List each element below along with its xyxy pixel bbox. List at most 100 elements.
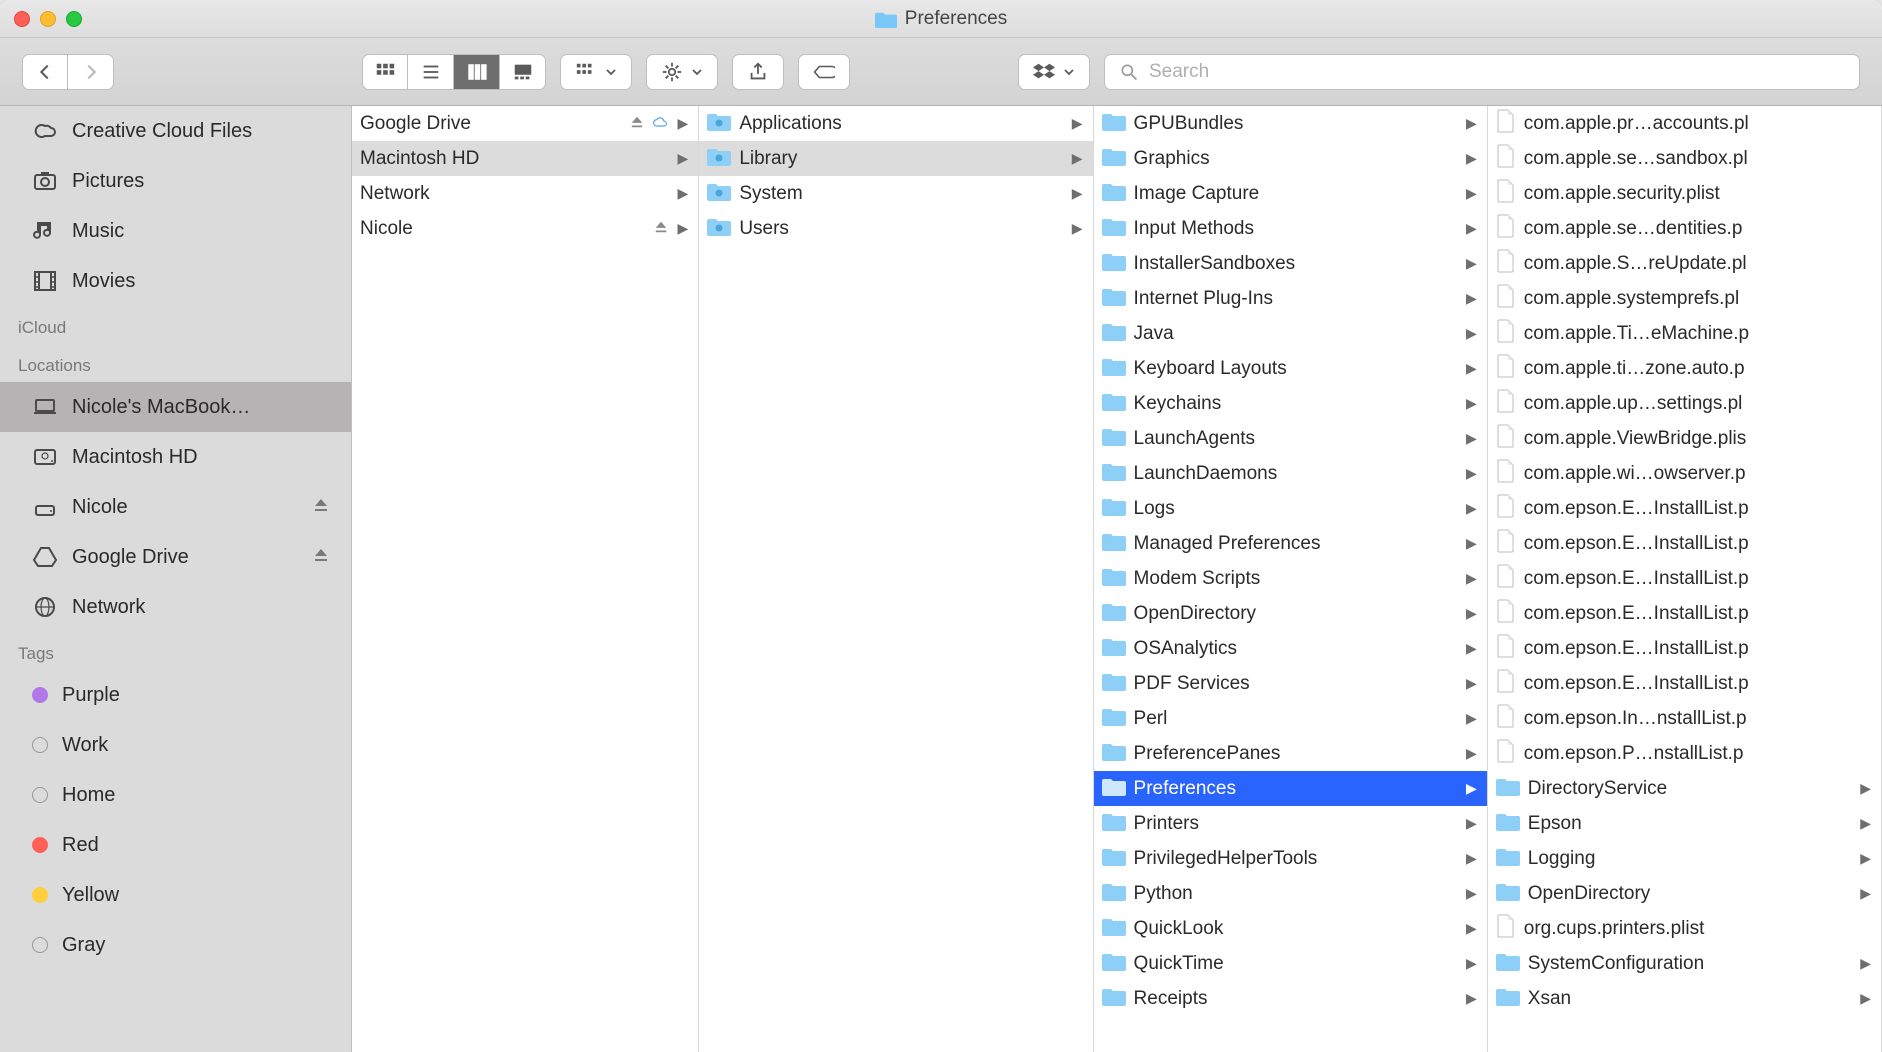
forward-button[interactable] — [68, 54, 114, 90]
close-window-button[interactable] — [14, 11, 30, 27]
list-item[interactable]: Internet Plug-Ins ▶ — [1094, 281, 1487, 316]
list-item[interactable]: Java ▶ — [1094, 316, 1487, 351]
list-item[interactable]: Macintosh HD ▶ — [352, 141, 698, 176]
list-item[interactable]: com.apple.up…settings.pl — [1488, 386, 1881, 421]
list-item[interactable]: com.epson.E…InstallList.p — [1488, 666, 1881, 701]
list-item[interactable]: QuickTime ▶ — [1094, 946, 1487, 981]
list-item[interactable]: Graphics ▶ — [1094, 141, 1487, 176]
tags-button[interactable] — [798, 54, 850, 90]
list-item[interactable]: com.apple.se…sandbox.pl — [1488, 141, 1881, 176]
list-item[interactable]: OpenDirectory ▶ — [1488, 876, 1881, 911]
list-item[interactable]: Users ▶ — [699, 211, 1092, 246]
eject-icon[interactable] — [313, 546, 329, 569]
list-item[interactable]: System ▶ — [699, 176, 1092, 211]
list-item[interactable]: Perl ▶ — [1094, 701, 1487, 736]
titlebar[interactable]: Preferences — [0, 0, 1882, 38]
list-item[interactable]: Managed Preferences ▶ — [1094, 526, 1487, 561]
search-input[interactable] — [1149, 61, 1845, 83]
sidebar-tag-item[interactable]: Gray — [0, 920, 351, 970]
list-item[interactable]: Applications ▶ — [699, 106, 1092, 141]
sidebar-tag-item[interactable]: Yellow — [0, 870, 351, 920]
list-item[interactable]: QuickLook ▶ — [1094, 911, 1487, 946]
sidebar-location-item[interactable]: Network — [0, 582, 351, 632]
list-item[interactable]: Logs ▶ — [1094, 491, 1487, 526]
sidebar-item-creative-cloud[interactable]: Creative Cloud Files — [0, 106, 351, 156]
list-item[interactable]: OSAnalytics ▶ — [1094, 631, 1487, 666]
list-item[interactable]: Google Drive ▶ — [352, 106, 698, 141]
column-3[interactable]: com.apple.pr…accounts.pl com.apple.se…sa… — [1488, 106, 1882, 1052]
list-item[interactable]: com.epson.E…InstallList.p — [1488, 631, 1881, 666]
list-item[interactable]: Preferences ▶ — [1094, 771, 1487, 806]
list-item[interactable]: com.apple.wi…owserver.p — [1488, 456, 1881, 491]
sidebar-tag-item[interactable]: Work — [0, 720, 351, 770]
list-item[interactable]: com.apple.ViewBridge.plis — [1488, 421, 1881, 456]
list-item[interactable]: Python ▶ — [1094, 876, 1487, 911]
dropbox-button[interactable] — [1018, 54, 1090, 90]
list-item[interactable]: com.epson.P…nstallList.p — [1488, 736, 1881, 771]
column-view-button[interactable] — [454, 54, 500, 90]
list-item[interactable]: Library ▶ — [699, 141, 1092, 176]
list-item[interactable]: com.apple.security.plist — [1488, 176, 1881, 211]
list-item[interactable]: com.apple.pr…accounts.pl — [1488, 106, 1881, 141]
eject-icon[interactable] — [630, 113, 644, 135]
list-item[interactable]: LaunchDaemons ▶ — [1094, 456, 1487, 491]
list-item[interactable]: Epson ▶ — [1488, 806, 1881, 841]
list-item[interactable]: com.epson.In…nstallList.p — [1488, 701, 1881, 736]
minimize-window-button[interactable] — [40, 11, 56, 27]
list-item[interactable]: PreferencePanes ▶ — [1094, 736, 1487, 771]
search-field[interactable] — [1104, 54, 1860, 90]
sidebar-location-item[interactable]: Macintosh HD — [0, 432, 351, 482]
sidebar-tag-item[interactable]: Red — [0, 820, 351, 870]
list-item[interactable]: com.apple.ti…zone.auto.p — [1488, 351, 1881, 386]
list-item[interactable]: Input Methods ▶ — [1094, 211, 1487, 246]
list-item[interactable]: SystemConfiguration ▶ — [1488, 946, 1881, 981]
list-item[interactable]: Printers ▶ — [1094, 806, 1487, 841]
sidebar-location-item[interactable]: Nicole's MacBook… — [0, 382, 351, 432]
column-1[interactable]: Applications ▶ Library ▶ System ▶ Users … — [699, 106, 1093, 1052]
back-button[interactable] — [22, 54, 68, 90]
list-item[interactable]: DirectoryService ▶ — [1488, 771, 1881, 806]
list-item[interactable]: Receipts ▶ — [1094, 981, 1487, 1016]
list-item[interactable]: Logging ▶ — [1488, 841, 1881, 876]
sidebar-item-camera[interactable]: Pictures — [0, 156, 351, 206]
sidebar-tag-item[interactable]: Home — [0, 770, 351, 820]
list-item[interactable]: Nicole ▶ — [352, 211, 698, 246]
zoom-window-button[interactable] — [66, 11, 82, 27]
list-item[interactable]: Keychains ▶ — [1094, 386, 1487, 421]
list-item[interactable]: com.apple.Ti…eMachine.p — [1488, 316, 1881, 351]
list-item[interactable]: Keyboard Layouts ▶ — [1094, 351, 1487, 386]
column-2[interactable]: GPUBundles ▶ Graphics ▶ Image Capture ▶ … — [1094, 106, 1488, 1052]
sidebar-item-music[interactable]: Music — [0, 206, 351, 256]
eject-icon[interactable] — [654, 218, 668, 240]
list-item[interactable]: PrivilegedHelperTools ▶ — [1094, 841, 1487, 876]
list-item[interactable]: LaunchAgents ▶ — [1094, 421, 1487, 456]
list-item[interactable]: com.epson.E…InstallList.p — [1488, 596, 1881, 631]
sidebar[interactable]: Creative Cloud Files Pictures Music Movi… — [0, 106, 352, 1052]
column-0[interactable]: Google Drive ▶ Macintosh HD ▶ Network ▶ … — [352, 106, 699, 1052]
list-item[interactable]: Network ▶ — [352, 176, 698, 211]
list-item[interactable]: OpenDirectory ▶ — [1094, 596, 1487, 631]
list-item[interactable]: org.cups.printers.plist — [1488, 911, 1881, 946]
list-item[interactable]: GPUBundles ▶ — [1094, 106, 1487, 141]
sidebar-location-item[interactable]: Nicole — [0, 482, 351, 532]
list-item[interactable]: com.apple.S…reUpdate.pl — [1488, 246, 1881, 281]
group-by-button[interactable] — [560, 54, 632, 90]
icon-view-button[interactable] — [362, 54, 408, 90]
list-item[interactable]: com.epson.E…InstallList.p — [1488, 526, 1881, 561]
share-button[interactable] — [732, 54, 784, 90]
gallery-view-button[interactable] — [500, 54, 546, 90]
list-item[interactable]: Modem Scripts ▶ — [1094, 561, 1487, 596]
list-item[interactable]: InstallerSandboxes ▶ — [1094, 246, 1487, 281]
sidebar-item-film[interactable]: Movies — [0, 256, 351, 306]
list-item[interactable]: PDF Services ▶ — [1094, 666, 1487, 701]
list-item[interactable]: Xsan ▶ — [1488, 981, 1881, 1016]
list-item[interactable]: com.epson.E…InstallList.p — [1488, 491, 1881, 526]
sidebar-tag-item[interactable]: Purple — [0, 670, 351, 720]
list-item[interactable]: com.epson.E…InstallList.p — [1488, 561, 1881, 596]
list-view-button[interactable] — [408, 54, 454, 90]
eject-icon[interactable] — [313, 496, 329, 519]
action-menu-button[interactable] — [646, 54, 718, 90]
list-item[interactable]: com.apple.systemprefs.pl — [1488, 281, 1881, 316]
list-item[interactable]: com.apple.se…dentities.p — [1488, 211, 1881, 246]
list-item[interactable]: Image Capture ▶ — [1094, 176, 1487, 211]
